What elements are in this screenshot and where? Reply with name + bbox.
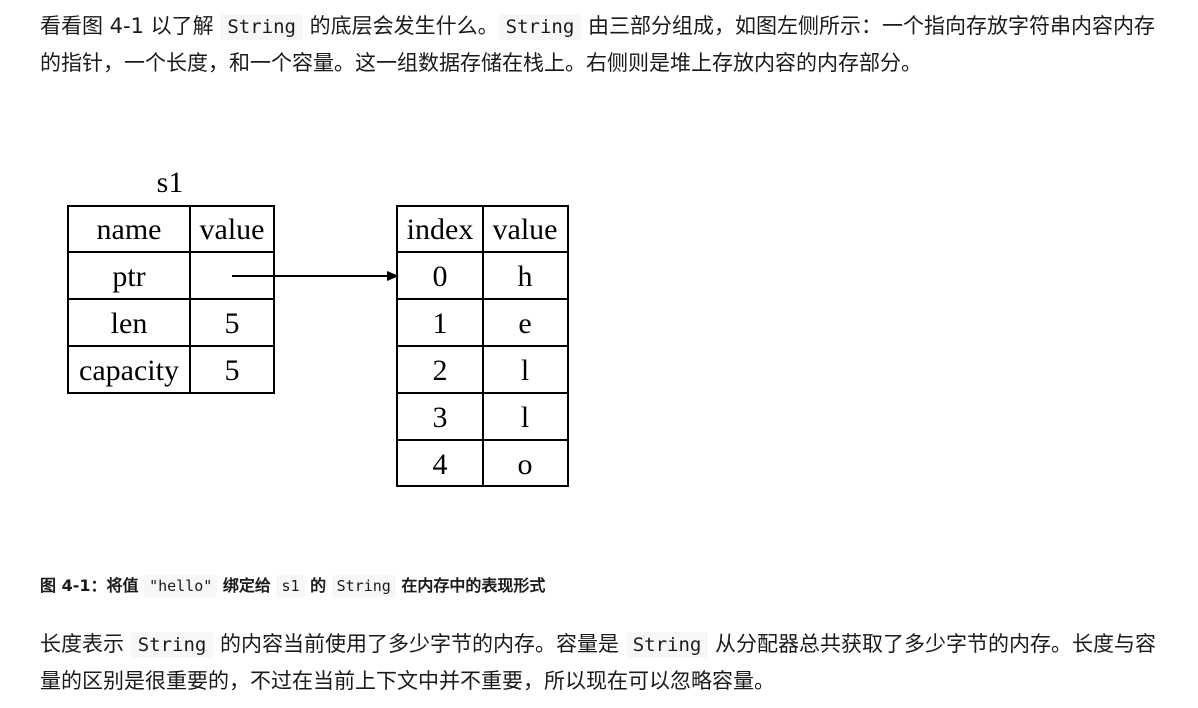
body-text-1: 长度表示 <box>40 632 131 656</box>
inline-code-string: String <box>130 632 214 658</box>
length-capacity-paragraph: 长度表示 String 的内容当前使用了多少字节的内存。容量是 String 从… <box>40 626 1160 699</box>
inline-code-hello: "hello" <box>144 575 218 597</box>
heap-cell-index: 2 <box>433 354 448 387</box>
heap-table: index value 0 h 1 e 2 l 3 l 4 o <box>396 205 569 487</box>
heap-cell-index: 3 <box>433 401 448 434</box>
figure-caption: 图 4-1：将值 "hello" 绑定给 s1 的 String 在内存中的表现… <box>40 572 546 597</box>
stack-table-title: s1 <box>157 166 184 199</box>
stack-cell-value: 5 <box>225 307 240 340</box>
intro-text-1: 看看图 4-1 以了解 <box>40 14 221 38</box>
stack-header-name: name <box>97 213 162 246</box>
stack-header-value: value <box>200 213 265 246</box>
heap-header-value: value <box>493 213 558 246</box>
body-text-2: 的内容当前使用了多少字节的内存。容量是 <box>213 632 626 656</box>
intro-paragraph: 看看图 4-1 以了解 String 的底层会发生什么。 String 由三部分组… <box>40 8 1160 81</box>
heap-cell-index: 1 <box>433 307 448 340</box>
inline-code-string: String <box>331 575 396 597</box>
inline-code-string: String <box>498 14 582 40</box>
caption-text-2: 绑定给 <box>217 576 277 595</box>
stack-cell-name: ptr <box>112 260 145 293</box>
heap-cell-index: 4 <box>433 448 448 481</box>
heap-cell-value: e <box>518 307 531 340</box>
caption-text-3: 的 <box>304 576 332 595</box>
inline-code-string: String <box>625 632 709 658</box>
heap-cell-value: l <box>521 401 529 434</box>
stack-cell-name: capacity <box>79 354 179 387</box>
stack-cell-value: 5 <box>225 354 240 387</box>
inline-code-s1: s1 <box>276 575 305 597</box>
heap-cell-index: 0 <box>433 260 448 293</box>
string-memory-diagram: s1 name value ptr len 5 capacity 5 index… <box>67 166 569 487</box>
caption-text-1: 图 4-1：将值 <box>40 576 145 595</box>
heap-cell-value: h <box>518 260 533 293</box>
inline-code-string: String <box>220 14 303 40</box>
stack-table: s1 name value ptr len 5 capacity 5 <box>67 166 275 394</box>
heap-header-index: index <box>407 213 474 246</box>
stack-cell-name: len <box>111 307 148 340</box>
heap-cell-value: o <box>518 448 533 481</box>
caption-text-4: 在内存中的表现形式 <box>395 576 546 595</box>
heap-cell-value: l <box>521 354 529 387</box>
intro-text-2: 的底层会发生什么。 <box>302 14 499 38</box>
